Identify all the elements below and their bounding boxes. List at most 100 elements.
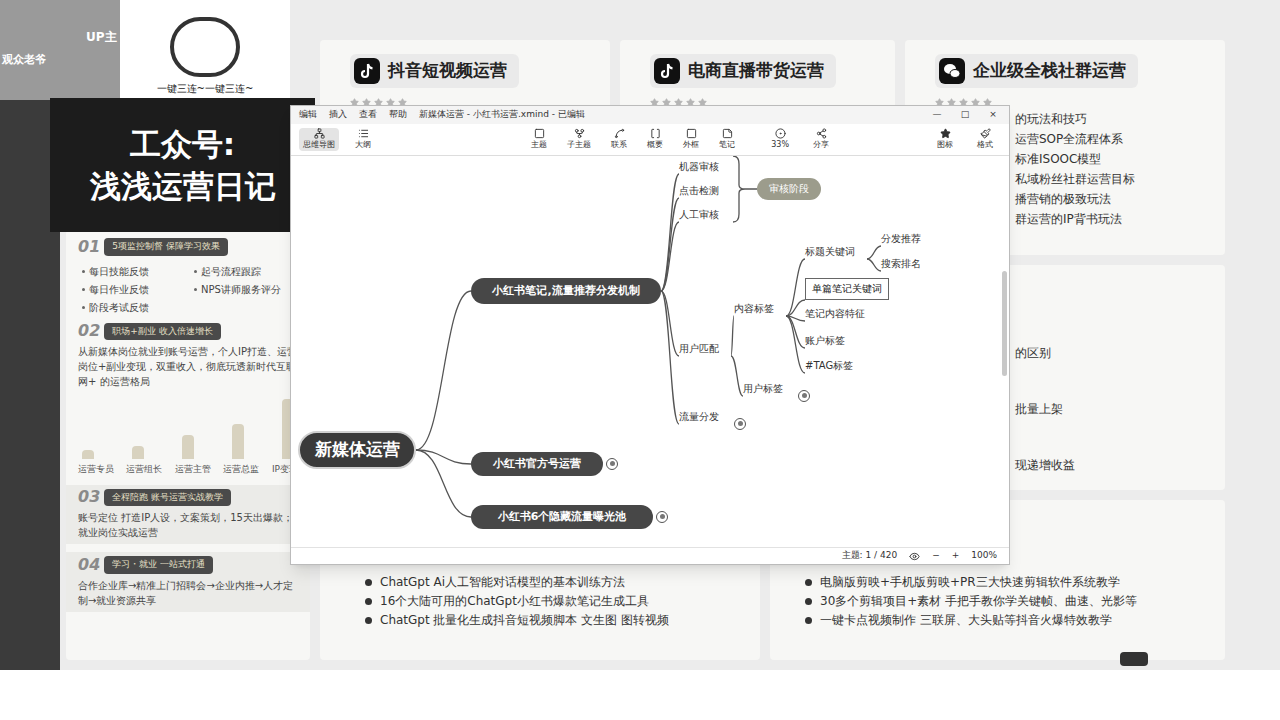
- left-section: 015项监控制督 保障学习效果每日技能反馈起号流程跟踪每日作业反馈NPS讲师服务…: [78, 238, 298, 315]
- section-heading: 04学习・就业 一站式打通: [78, 556, 298, 574]
- mindmap-node[interactable]: 审核阶段: [757, 178, 821, 200]
- tool-button[interactable]: 笔记: [719, 128, 735, 151]
- mindmap-node[interactable]: 机器审核: [679, 156, 727, 174]
- tool-icon: [686, 128, 697, 139]
- menu-item[interactable]: 编辑: [299, 108, 317, 122]
- mindmap-node[interactable]: 用户标签: [743, 378, 795, 396]
- zoom-out-button[interactable]: −: [932, 549, 940, 563]
- course-title: 抖音短视频运营: [350, 54, 519, 88]
- tool-button[interactable]: 联系: [611, 128, 627, 151]
- left-section: 02职场+副业 收入倍速增长从新媒体岗位就业到账号运营，个人IP打造、运营岗位+…: [78, 323, 298, 477]
- zoom-level: 100%: [971, 549, 997, 563]
- growth-text: 从新媒体岗位就业到账号运营，个人IP打造、运营岗位+副业变现，双重收入，彻底玩透…: [78, 344, 298, 389]
- side-tool[interactable]: 图标: [937, 128, 953, 151]
- feedback-item: NPS讲师服务评分: [194, 282, 298, 297]
- collapse-toggle-icon[interactable]: [606, 458, 618, 470]
- icon-panel-icon: [940, 128, 951, 139]
- card-line: 私域粉丝社群运营目标: [1015, 171, 1225, 187]
- meme-picture: 一键三连~一键三连~: [120, 0, 290, 100]
- card-line: 一键卡点视频制作 三联屏、大头贴等抖音火爆特效教学: [805, 612, 1225, 628]
- mindmap-node[interactable]: 搜索排名: [881, 253, 933, 271]
- tool-icon: [574, 128, 585, 139]
- mindmap-node[interactable]: 点击检测: [679, 180, 727, 198]
- mindmap-node[interactable]: 小红书笔记,流量推荐分发机制: [471, 278, 661, 304]
- collapse-toggle-icon[interactable]: [734, 418, 746, 430]
- menu-item[interactable]: 插入: [329, 108, 347, 122]
- menu-item[interactable]: 帮助: [389, 108, 407, 122]
- view-tab[interactable]: 思维导图: [299, 128, 339, 151]
- section-heading: 015项监控制督 保障学习效果: [78, 238, 298, 256]
- feedback-list: 每日技能反馈起号流程跟踪每日作业反馈NPS讲师服务评分阶段考试反馈: [78, 260, 298, 315]
- left-section: 04学习・就业 一站式打通合作企业库→精准上门招聘会→企业内推→人才定制→就业资…: [66, 552, 310, 612]
- card-line: 的区别: [1015, 345, 1225, 361]
- mindmap-node[interactable]: 小红书6个隐藏流量曝光池: [471, 505, 653, 529]
- view-tab[interactable]: 大纲: [351, 128, 375, 151]
- window-control[interactable]: —: [929, 108, 945, 122]
- card-line: ChatGpt 批量化生成抖音短视频脚本 文生图 图转视频: [365, 612, 760, 628]
- mindmap-node[interactable]: 流量分发: [679, 406, 731, 424]
- chart-labels: 运营专员运营组长运营主管运营总监IP变现: [78, 463, 298, 477]
- scrollbar-thumb[interactable]: [1002, 271, 1007, 376]
- mindmap-canvas[interactable]: 新媒体运营 小红书笔记,流量推荐分发机制小红书官方号运营小红书6个隐藏流量曝光池 机…: [291, 156, 1009, 547]
- growth-block: 从新媒体岗位就业到账号运营，个人IP打造、运营岗位+副业变现，双重收入，彻底玩透…: [78, 344, 298, 477]
- tool-button[interactable]: 主题: [531, 128, 547, 151]
- card-line: 标准ISOOC模型: [1015, 151, 1225, 167]
- window-control[interactable]: ×: [985, 108, 1001, 122]
- left-panel: 015项监控制督 保障学习效果每日技能反馈起号流程跟踪每日作业反馈NPS讲师服务…: [66, 230, 310, 660]
- brand-line: 浅浅运营日记: [90, 167, 276, 205]
- mindmap-node[interactable]: 小红书官方号运营: [471, 452, 603, 476]
- tool-icon: [650, 128, 661, 139]
- zoom-in-button[interactable]: +: [952, 549, 960, 563]
- card-line: 现递增收益: [1015, 457, 1225, 473]
- card-line: 的玩法和技巧: [1015, 111, 1225, 127]
- corner-button[interactable]: [1120, 652, 1148, 666]
- growth-chart: [78, 393, 298, 459]
- tool-button[interactable]: 外框: [683, 128, 699, 151]
- feedback-item: 起号流程跟踪: [194, 264, 298, 279]
- chart-label: 运营总监: [223, 463, 259, 477]
- connector-lines: [291, 156, 1009, 547]
- xmind-window: 编辑插入查看帮助新媒体运营 - 小红书运营.xmind - 已编辑—□×思维导图…: [290, 105, 1010, 565]
- mindmap-node[interactable]: 内容标签: [734, 298, 786, 316]
- mindmap-node[interactable]: 分发推荐: [881, 228, 933, 246]
- menu-item[interactable]: 查看: [359, 108, 377, 122]
- mindmap-node[interactable]: 标题关键词: [805, 241, 867, 259]
- section-text: 合作企业库→精准上门招聘会→企业内推→人才定制→就业资源共享: [78, 578, 298, 608]
- share-button[interactable]: 分享: [813, 128, 829, 151]
- mindmap-node[interactable]: 单篇笔记关键词: [805, 278, 889, 300]
- mindmap-icon: [314, 128, 325, 139]
- share-icon: [816, 128, 827, 139]
- tool-button[interactable]: 概要: [647, 128, 663, 151]
- tool-icon: [614, 128, 625, 139]
- section-text: 账号定位 打造IP人设，文案策划，15天出爆款；就业岗位实战运营: [78, 510, 298, 540]
- collapse-toggle-icon[interactable]: [656, 511, 668, 523]
- mindmap-node[interactable]: 人工审核: [679, 204, 727, 222]
- tool-icon: [722, 128, 733, 139]
- chart-bar: [132, 446, 144, 459]
- card-line: 30多个剪辑项目+素材 手把手教你学关键帧、曲速、光影等: [805, 593, 1225, 609]
- mindmap-node[interactable]: 账户标签: [805, 330, 857, 348]
- outline-icon: [358, 128, 369, 139]
- screen: 015项监控制督 保障学习效果每日技能反馈起号流程跟踪每日作业反馈NPS讲师服务…: [0, 0, 1280, 720]
- mindmap-node[interactable]: 用户匹配: [679, 338, 731, 356]
- feedback-item: 阶段考试反馈: [82, 300, 186, 315]
- feedback-item: 每日技能反馈: [82, 264, 186, 279]
- zoom-tool[interactable]: 33%: [771, 128, 789, 151]
- mindmap-node[interactable]: #TAG标签: [805, 355, 867, 373]
- mindmap-node[interactable]: 新媒体运营: [298, 431, 416, 469]
- brand-line: 工众号:: [130, 125, 235, 163]
- avatar-sticker: 观众老爷UP主一键三连~一键三连~: [0, 0, 290, 100]
- wechat-logo-icon: [939, 58, 965, 84]
- card-line: ChatGpt Ai人工智能对话模型的基本训练方法: [365, 574, 760, 590]
- chart-label: 运营主管: [175, 463, 211, 477]
- collapse-toggle-icon[interactable]: [798, 390, 810, 402]
- format-icon: [980, 128, 991, 139]
- window-control[interactable]: □: [957, 108, 973, 122]
- side-tool[interactable]: 格式: [977, 128, 993, 151]
- douyin-logo-icon: [654, 58, 680, 84]
- chart-bar: [232, 424, 244, 459]
- eye-icon[interactable]: [909, 551, 920, 562]
- zoom-icon: [775, 128, 786, 139]
- mindmap-node[interactable]: 笔记内容特征: [805, 303, 875, 321]
- tool-button[interactable]: 子主题: [567, 128, 591, 151]
